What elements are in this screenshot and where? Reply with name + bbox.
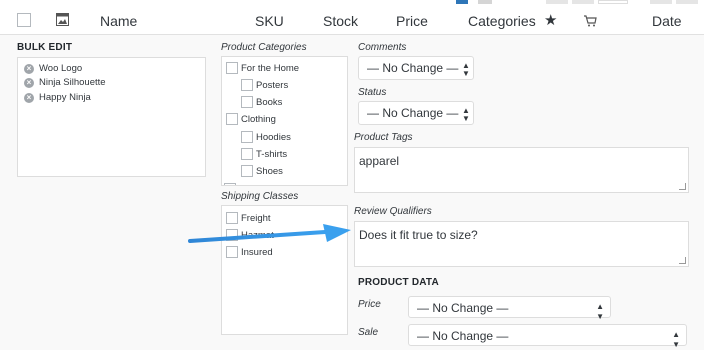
column-price[interactable]: Price	[396, 13, 428, 29]
category-checkbox[interactable]: T-shirts	[241, 148, 287, 160]
comments-label: Comments	[358, 42, 407, 53]
bulk-edit-list	[17, 57, 206, 177]
shipping-title: Shipping Classes	[221, 191, 299, 202]
tags-textarea[interactable]: apparel	[354, 147, 689, 193]
review-label: Review Qualifiers	[354, 206, 432, 217]
category-checkbox[interactable]: Hoodies	[241, 131, 291, 143]
select-arrows-icon: ▲ ▼	[596, 302, 604, 321]
category-checkbox[interactable]: Clothing	[226, 113, 276, 125]
remove-icon[interactable]: ×	[24, 92, 34, 103]
bulk-item: × Ninja Silhouette	[24, 77, 106, 88]
column-sku[interactable]: SKU	[255, 13, 284, 29]
cart-icon[interactable]	[583, 14, 597, 32]
column-stock[interactable]: Stock	[323, 13, 358, 29]
category-checkbox[interactable]: For the Home	[226, 62, 299, 74]
annotation-arrow-icon	[188, 224, 351, 243]
bulk-item: × Woo Logo	[24, 63, 82, 74]
category-checkbox[interactable]: Posters	[241, 79, 288, 91]
review-textarea[interactable]: Does it fit true to size?	[354, 221, 689, 267]
sale-select[interactable]: — No Change — ▲ ▼	[408, 324, 687, 349]
select-arrows-icon: ▲ ▼	[672, 330, 680, 349]
resize-handle-icon[interactable]	[679, 183, 686, 190]
select-arrows-icon: ▲ ▼	[462, 61, 470, 78]
price-label: Price	[358, 299, 381, 310]
tags-label: Product Tags	[354, 132, 413, 143]
sale-label: Sale	[358, 327, 379, 338]
category-checkbox[interactable]: Shoes	[241, 165, 283, 177]
categories-title: Product Categories	[221, 42, 307, 53]
image-icon	[56, 13, 69, 31]
resize-handle-icon[interactable]	[679, 257, 686, 264]
price-select[interactable]: — No Change — ▲ ▼	[408, 296, 611, 321]
star-icon[interactable]: ★	[544, 11, 557, 29]
bulk-edit-title: BULK EDIT	[17, 42, 73, 53]
column-date[interactable]: Date	[652, 13, 682, 29]
status-label: Status	[358, 87, 387, 98]
select-all-checkbox[interactable]	[17, 13, 31, 27]
select-arrows-icon: ▲ ▼	[462, 106, 470, 123]
column-name[interactable]: Name	[100, 13, 137, 29]
column-categories[interactable]: Categories	[468, 13, 536, 29]
remove-icon[interactable]: ×	[24, 63, 34, 74]
category-checkbox[interactable]: Books	[241, 96, 282, 108]
comments-select[interactable]: — No Change —	[358, 56, 474, 80]
status-select[interactable]: — No Change —	[358, 101, 474, 125]
bulk-item: × Happy Ninja	[24, 92, 91, 103]
product-data-title: PRODUCT DATA	[358, 277, 439, 288]
table-header: Name SKU Stock Price Categories ★ Date	[0, 4, 704, 35]
remove-icon[interactable]: ×	[24, 77, 34, 88]
